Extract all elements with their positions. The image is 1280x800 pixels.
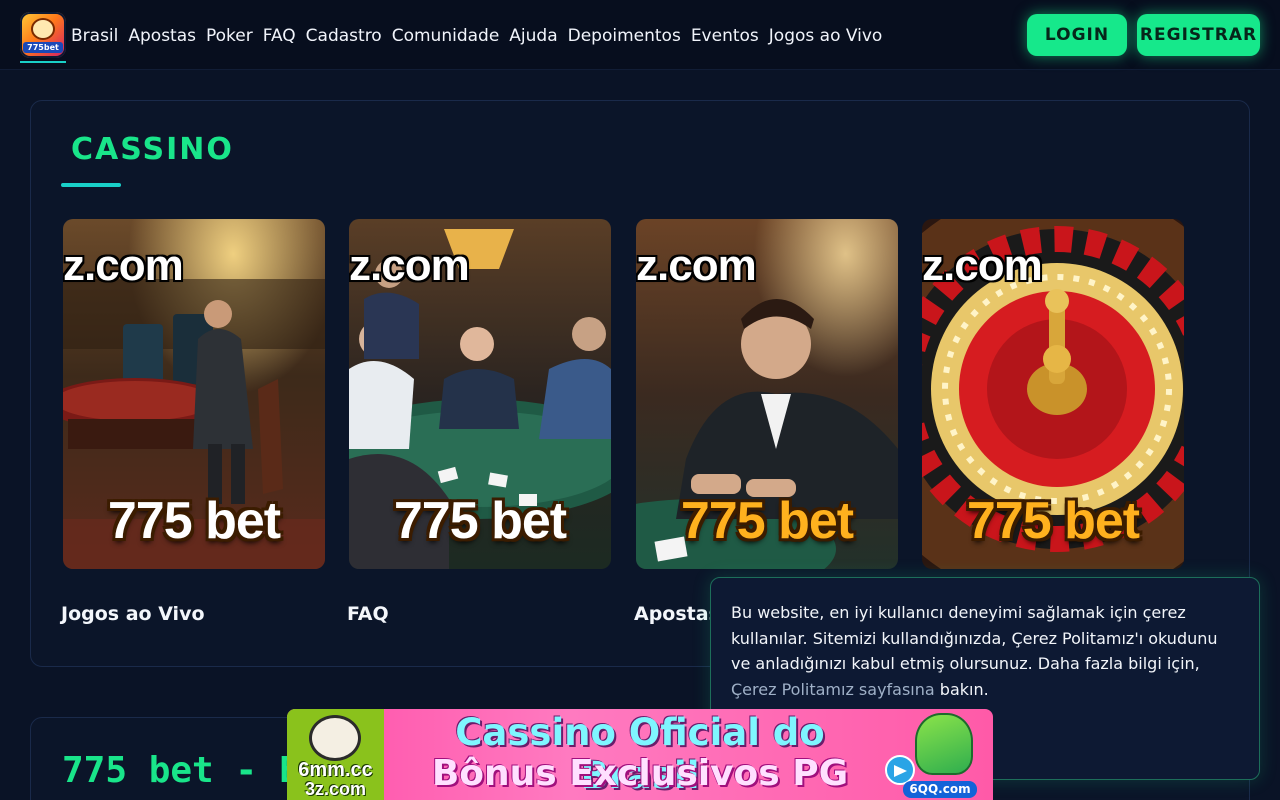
nav-item-depoimentos[interactable]: Depoimentos bbox=[568, 26, 681, 46]
nav-item-brasil[interactable]: Brasil bbox=[71, 26, 118, 46]
game-card-roulette[interactable]: z.com 775 bet bbox=[922, 219, 1184, 569]
main-nav: Brasil Apostas Poker FAQ Cadastro Comuni… bbox=[71, 24, 882, 48]
promo-left-block: 6mm.cc 3z.com bbox=[287, 709, 384, 800]
section-title: CASSINO bbox=[71, 132, 234, 167]
login-button[interactable]: LOGIN bbox=[1027, 14, 1127, 56]
mascot-icon bbox=[31, 18, 55, 40]
section-title-underline bbox=[61, 183, 121, 187]
card-brand: 775 bet bbox=[966, 492, 1140, 550]
nav-item-cadastro[interactable]: Cadastro bbox=[306, 26, 382, 46]
card-watermark: z.com bbox=[636, 241, 757, 290]
card-caption-faq[interactable]: FAQ bbox=[347, 603, 389, 625]
card-brand: 775 bet bbox=[680, 492, 854, 550]
promo-banner[interactable]: 6mm.cc 3z.com Cassino Oficial do Brasil … bbox=[287, 709, 993, 800]
card-watermark: z.com bbox=[63, 241, 184, 290]
nav-item-comunidade[interactable]: Comunidade bbox=[392, 26, 500, 46]
card-watermark: z.com bbox=[922, 241, 1043, 290]
card-caption-jogos-ao-vivo[interactable]: Jogos ao Vivo bbox=[61, 603, 205, 625]
card-watermark: z.com bbox=[349, 241, 470, 290]
cookie-text-suffix: bakın. bbox=[939, 679, 989, 699]
nav-item-faq[interactable]: FAQ bbox=[263, 26, 296, 46]
promo-right-block: 6QQ.com bbox=[883, 709, 993, 800]
promo-right-tag: 6QQ.com bbox=[903, 781, 977, 798]
dragon-icon bbox=[915, 713, 973, 775]
card-brand: 775 bet bbox=[393, 492, 567, 550]
game-card-apostas[interactable]: z.com 775 bet bbox=[636, 219, 898, 569]
intro-section-title: 775 bet - Ex bbox=[62, 750, 323, 791]
game-card-jogos-ao-vivo[interactable]: z.com 775 bet bbox=[63, 219, 325, 569]
logo-active-underline bbox=[20, 61, 66, 63]
card-caption-apostas[interactable]: Apostas bbox=[634, 603, 720, 625]
card-brand: 775 bet bbox=[107, 492, 281, 550]
nav-item-apostas[interactable]: Apostas bbox=[128, 26, 196, 46]
nav-item-poker[interactable]: Poker bbox=[206, 26, 253, 46]
cookie-text: Bu website, en iyi kullanıcı deneyimi sa… bbox=[731, 603, 1218, 673]
cookie-policy-link[interactable]: Çerez Politamız sayfasına bbox=[731, 680, 935, 699]
site-logo[interactable]: 775bet bbox=[20, 12, 66, 58]
nav-item-eventos[interactable]: Eventos bbox=[691, 26, 759, 46]
promo-left-line2: 3z.com bbox=[304, 779, 367, 799]
logo-text: 775bet bbox=[23, 42, 63, 53]
nav-item-ajuda[interactable]: Ajuda bbox=[509, 26, 557, 46]
nav-item-jogos-ao-vivo[interactable]: Jogos ao Vivo bbox=[769, 26, 883, 46]
promo-subheadline: Bônus Exclusivos PG bbox=[431, 753, 849, 794]
register-button[interactable]: REGISTRAR bbox=[1137, 14, 1260, 56]
panda-icon bbox=[309, 715, 361, 761]
game-card-faq[interactable]: z.com 775 bet bbox=[349, 219, 611, 569]
